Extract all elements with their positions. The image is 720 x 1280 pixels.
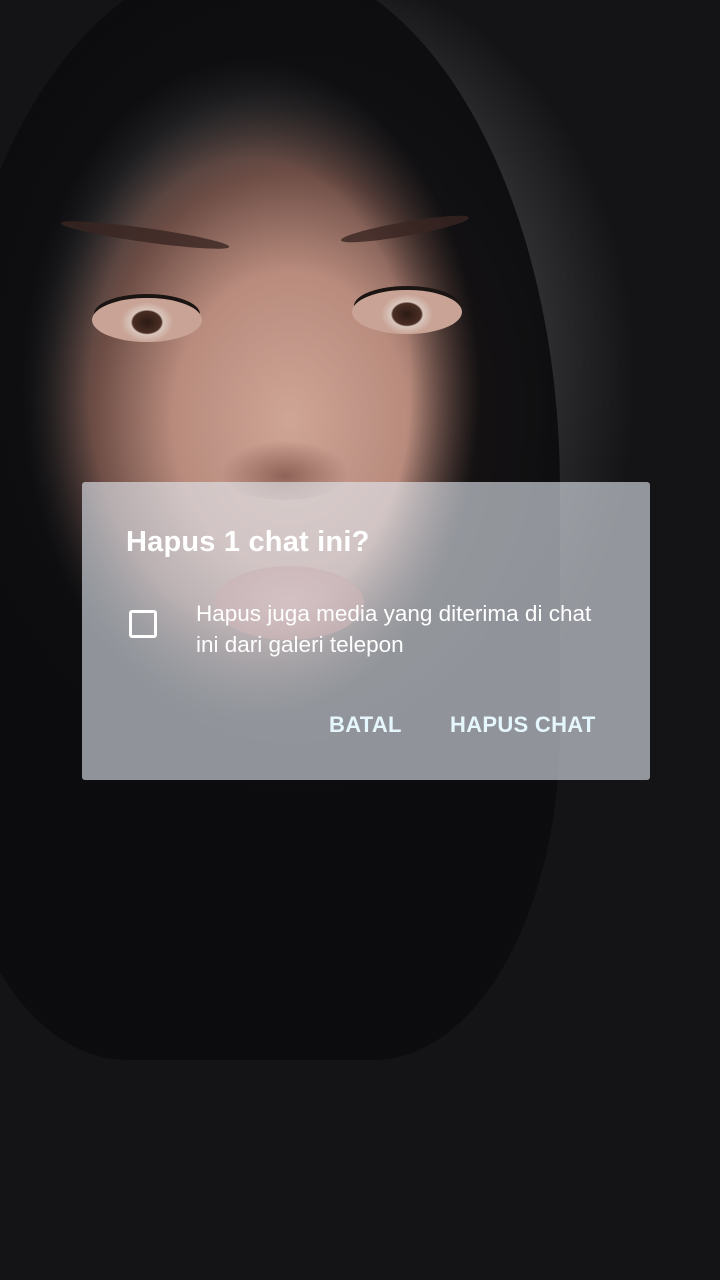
delete-chat-button[interactable]: HAPUS CHAT bbox=[450, 712, 596, 738]
dialog-title: Hapus 1 chat ini? bbox=[126, 526, 370, 558]
delete-media-checkbox-label[interactable]: Hapus juga media yang diterima di chat i… bbox=[196, 598, 616, 660]
background-eye-left bbox=[92, 298, 202, 342]
background-eye-right bbox=[352, 290, 462, 334]
background-fog bbox=[0, 820, 720, 1280]
cancel-button[interactable]: BATAL bbox=[329, 712, 402, 738]
screen: Hapus 1 chat ini? Hapus juga media yang … bbox=[0, 0, 720, 1280]
delete-chat-dialog: Hapus 1 chat ini? Hapus juga media yang … bbox=[82, 482, 650, 780]
delete-media-checkbox[interactable] bbox=[129, 610, 157, 638]
